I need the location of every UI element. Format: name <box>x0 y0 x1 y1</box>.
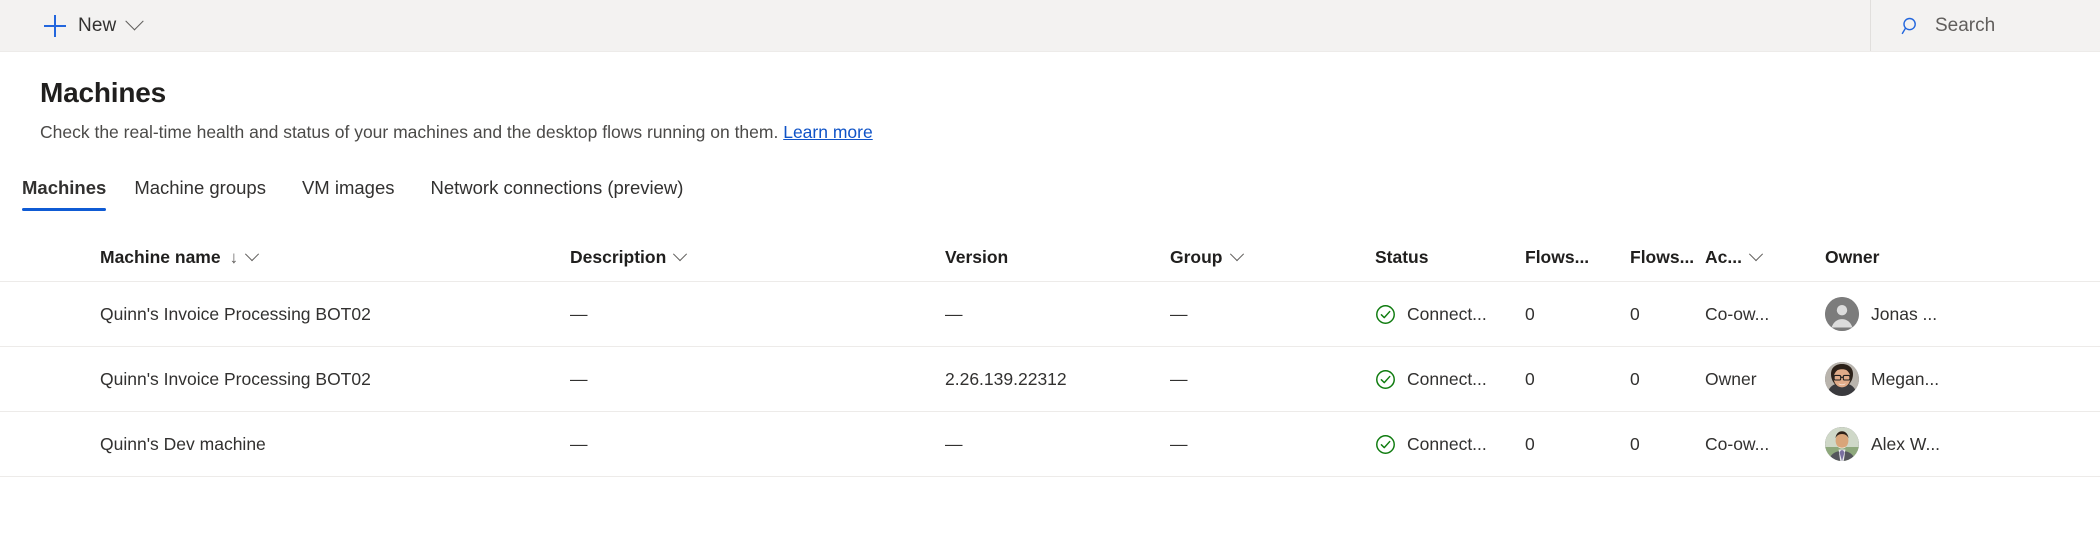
plus-icon <box>44 15 66 37</box>
tab-vm-images[interactable]: VM images <box>284 177 413 211</box>
column-header-flows-queued[interactable]: Flows... <box>1525 233 1630 282</box>
table-header-row: Machine name ↓ Description Version <box>0 233 2100 282</box>
cell-version: 2.26.139.22312 <box>945 347 1170 412</box>
cell-owner: Jonas ... <box>1825 282 2100 347</box>
column-header-version-label: Version <box>945 247 1008 268</box>
chevron-down-icon[interactable] <box>245 247 259 261</box>
owner-name: Jonas ... <box>1871 304 1937 325</box>
cell-access: Co-ow... <box>1705 412 1825 477</box>
column-header-version[interactable]: Version <box>945 233 1170 282</box>
avatar <box>1825 427 1859 461</box>
row-spacer <box>0 282 42 347</box>
status-label: Connect... <box>1407 434 1487 455</box>
new-button[interactable]: New <box>30 4 155 48</box>
cell-description: — <box>570 412 945 477</box>
column-header-status-label: Status <box>1375 247 1428 268</box>
cell-owner: Alex W... <box>1825 412 2100 477</box>
column-header-owner-label: Owner <box>1825 247 1879 268</box>
sort-descending-arrow-icon: ↓ <box>230 249 239 266</box>
search-placeholder-label: Search <box>1935 15 1995 37</box>
cell-version: — <box>945 412 1170 477</box>
cell-access: Owner <box>1705 347 1825 412</box>
cell-description: — <box>570 282 945 347</box>
cell-version: — <box>945 282 1170 347</box>
row-spacer <box>0 347 42 412</box>
header-spacer-left <box>0 233 42 282</box>
chevron-down-icon <box>126 12 144 30</box>
command-bar: New Search <box>0 0 2100 52</box>
check-circle-icon <box>1375 369 1396 390</box>
check-circle-icon <box>1375 434 1396 455</box>
cell-owner: Megan... <box>1825 347 2100 412</box>
column-header-machine-name-label: Machine name <box>100 247 221 268</box>
status-label: Connect... <box>1407 304 1487 325</box>
column-header-description-label: Description <box>570 247 666 268</box>
chevron-down-icon[interactable] <box>1749 247 1763 261</box>
column-header-flows-running[interactable]: Flows... <box>1630 233 1705 282</box>
tab-machine-groups[interactable]: Machine groups <box>116 177 284 211</box>
cell-machine-name[interactable]: Quinn's Dev machine <box>100 412 570 477</box>
cell-group: — <box>1170 412 1375 477</box>
pivot-tabs: Machines Machine groups VM images Networ… <box>0 167 2100 211</box>
table-row[interactable]: Quinn's Invoice Processing BOT02 — 2.26.… <box>0 347 2100 412</box>
cell-group: — <box>1170 282 1375 347</box>
column-header-flows-queued-label: Flows... <box>1525 247 1589 268</box>
row-pad <box>42 347 100 412</box>
tab-machines[interactable]: Machines <box>22 177 116 211</box>
column-header-description[interactable]: Description <box>570 233 945 282</box>
column-header-access[interactable]: Ac... <box>1705 233 1825 282</box>
cell-flows-queued: 0 <box>1525 347 1630 412</box>
column-header-machine-name[interactable]: Machine name ↓ <box>100 233 570 282</box>
cell-description: — <box>570 347 945 412</box>
cell-machine-name[interactable]: Quinn's Invoice Processing BOT02 <box>100 282 570 347</box>
row-pad <box>42 282 100 347</box>
owner-name: Alex W... <box>1871 434 1940 455</box>
table-row[interactable]: Quinn's Invoice Processing BOT02 — — — C… <box>0 282 2100 347</box>
search-input[interactable]: Search <box>1870 0 2100 51</box>
page-title: Machines <box>40 76 2100 110</box>
row-pad <box>42 412 100 477</box>
check-circle-icon <box>1375 304 1396 325</box>
cell-access: Co-ow... <box>1705 282 1825 347</box>
column-header-group-label: Group <box>1170 247 1223 268</box>
chevron-down-icon[interactable] <box>673 247 687 261</box>
owner-name: Megan... <box>1871 369 1939 390</box>
column-header-access-label: Ac... <box>1705 247 1742 268</box>
avatar <box>1825 297 1859 331</box>
cell-machine-name[interactable]: Quinn's Invoice Processing BOT02 <box>100 347 570 412</box>
cell-status: Connect... <box>1375 282 1525 347</box>
column-header-flows-running-label: Flows... <box>1630 247 1694 268</box>
machines-table: Machine name ↓ Description Version <box>0 233 2100 477</box>
avatar <box>1825 362 1859 396</box>
cell-flows-running: 0 <box>1630 347 1705 412</box>
learn-more-link[interactable]: Learn more <box>783 122 873 142</box>
machines-table-container: Machine name ↓ Description Version <box>0 233 2100 477</box>
cell-flows-queued: 0 <box>1525 412 1630 477</box>
tab-network-connections[interactable]: Network connections (preview) <box>412 177 701 211</box>
cell-group: — <box>1170 347 1375 412</box>
chevron-down-icon[interactable] <box>1229 247 1243 261</box>
row-spacer <box>0 412 42 477</box>
status-label: Connect... <box>1407 369 1487 390</box>
cell-status: Connect... <box>1375 412 1525 477</box>
page-subtitle-text: Check the real-time health and status of… <box>40 122 778 142</box>
header-spacer-pad <box>42 233 100 282</box>
table-body: Quinn's Invoice Processing BOT02 — — — C… <box>0 282 2100 477</box>
new-button-label: New <box>78 15 116 37</box>
cell-flows-running: 0 <box>1630 282 1705 347</box>
cell-flows-running: 0 <box>1630 412 1705 477</box>
column-header-group[interactable]: Group <box>1170 233 1375 282</box>
search-icon <box>1901 16 1921 36</box>
column-header-owner[interactable]: Owner <box>1825 233 2100 282</box>
cell-status: Connect... <box>1375 347 1525 412</box>
table-row[interactable]: Quinn's Dev machine — — — Connect... <box>0 412 2100 477</box>
column-header-status[interactable]: Status <box>1375 233 1525 282</box>
page-header: Machines Check the real-time health and … <box>0 52 2100 143</box>
cell-flows-queued: 0 <box>1525 282 1630 347</box>
page-subtitle: Check the real-time health and status of… <box>40 121 2100 143</box>
